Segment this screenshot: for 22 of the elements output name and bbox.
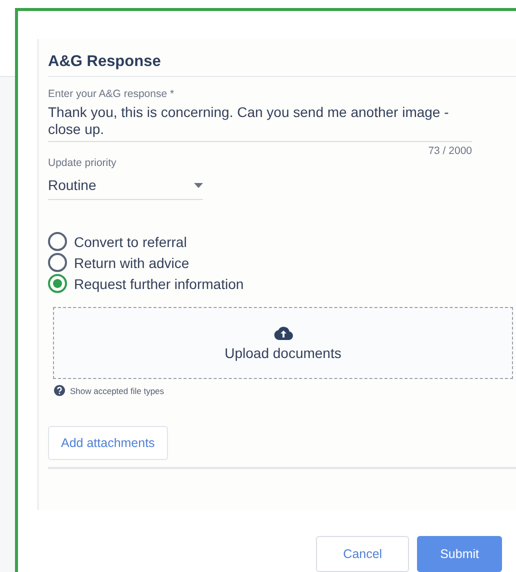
section-heading: A&G Response [48, 53, 516, 77]
radio-button[interactable] [48, 253, 67, 272]
cloud-upload-icon [274, 326, 292, 340]
radio-label: Request further information [74, 276, 244, 292]
upload-label: Upload documents [224, 344, 342, 360]
caret-icon [194, 182, 203, 188]
character-counter: 73 / 2000 [427, 145, 472, 157]
cancel-button[interactable]: Cancel [316, 536, 410, 572]
field-label: Update priority [48, 157, 118, 169]
field-label: Enter your A&G response * [48, 88, 176, 100]
submit-button[interactable]: Submit [417, 536, 502, 572]
field-value: Thank you, this is concerning. Can you send me another image - close up. [48, 100, 472, 142]
add-attachments-button[interactable]: Add attachments [48, 426, 168, 460]
upload-dropzone[interactable]: Upload documents [53, 307, 513, 379]
response-field[interactable]: Enter your A&G response * Thank you, this is concerning. Can you send me another image - close up. [48, 88, 472, 142]
radio-label: Convert to referral [74, 234, 187, 250]
help-icon[interactable] [54, 385, 65, 396]
priority-dropdown[interactable]: Routine [48, 172, 203, 200]
help-link[interactable]: Show accepted file types [70, 386, 164, 396]
radio-button[interactable] [48, 232, 67, 251]
radio-label: Return with advice [74, 254, 190, 270]
radio-button[interactable] [48, 274, 67, 293]
